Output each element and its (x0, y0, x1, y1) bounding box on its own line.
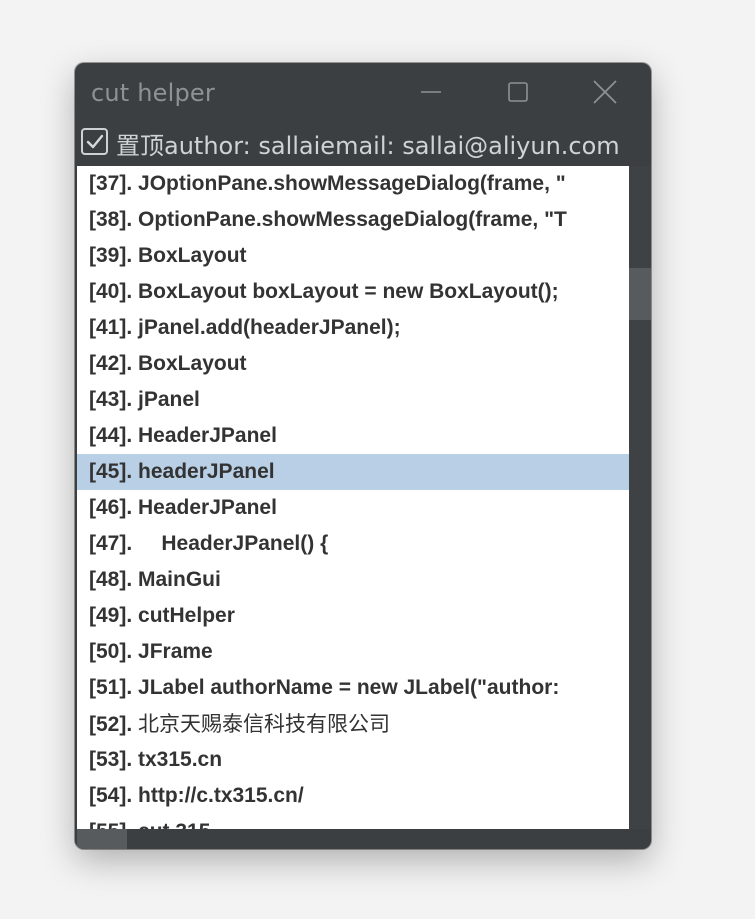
list-item[interactable]: [50]. JFrame (77, 634, 629, 670)
list-item[interactable]: [48]. MainGui (77, 562, 629, 598)
list-item[interactable]: [46]. HeaderJPanel (77, 490, 629, 526)
checkmark-icon (86, 134, 103, 148)
list-item[interactable]: [53]. tx315.cn (77, 742, 629, 778)
title-bar[interactable]: cut helper (75, 63, 651, 121)
maximize-icon (508, 82, 528, 102)
list-item[interactable]: [37]. JOptionPane.showMessageDialog(fram… (77, 166, 629, 202)
window-title: cut helper (91, 79, 215, 107)
list-item[interactable]: [41]. jPanel.add(headerJPanel); (77, 310, 629, 346)
pin-checkbox[interactable] (81, 128, 108, 155)
list-item[interactable]: [47]. HeaderJPanel() { (77, 526, 629, 562)
list-item-selected[interactable]: [45]. headerJPanel (77, 454, 629, 490)
minimize-button[interactable] (401, 71, 461, 113)
cut-helper-window: cut helper 置顶author: sallaiemail: sallai… (75, 63, 651, 849)
list-item[interactable]: [55]. cut 315 (77, 814, 629, 829)
close-icon (593, 80, 617, 104)
list-item[interactable]: [40]. BoxLayout boxLayout = new BoxLayou… (77, 274, 629, 310)
clipboard-list[interactable]: [37]. JOptionPane.showMessageDialog(fram… (77, 166, 629, 829)
vertical-scrollbar[interactable] (629, 166, 651, 829)
maximize-button[interactable] (488, 71, 548, 113)
close-button[interactable] (575, 71, 635, 113)
pin-checkbox-label[interactable]: 置顶author: sallaiemail: sallai@aliyun.com (116, 126, 620, 161)
list-item[interactable]: [44]. HeaderJPanel (77, 418, 629, 454)
list-item-text-cjk: 北京天赐泰信科技有限公司 (138, 712, 391, 736)
minimize-icon (421, 91, 441, 93)
list-item[interactable]: [43]. jPanel (77, 382, 629, 418)
list-item[interactable]: [39]. BoxLayout (77, 238, 629, 274)
horizontal-scroll-thumb[interactable] (77, 829, 127, 849)
toolbar: 置顶author: sallaiemail: sallai@aliyun.com (75, 121, 651, 165)
list-item[interactable]: [42]. BoxLayout (77, 346, 629, 382)
list-item[interactable]: [51]. JLabel authorName = new JLabel("au… (77, 670, 629, 706)
vertical-scroll-thumb[interactable] (629, 268, 651, 320)
horizontal-scrollbar[interactable] (75, 829, 651, 849)
list-item[interactable]: [49]. cutHelper (77, 598, 629, 634)
list-item[interactable]: [38]. OptionPane.showMessageDialog(frame… (77, 202, 629, 238)
list-item[interactable]: [52]. 北京天赐泰信科技有限公司 (77, 706, 629, 742)
list-item[interactable]: [54]. http://c.tx315.cn/ (77, 778, 629, 814)
